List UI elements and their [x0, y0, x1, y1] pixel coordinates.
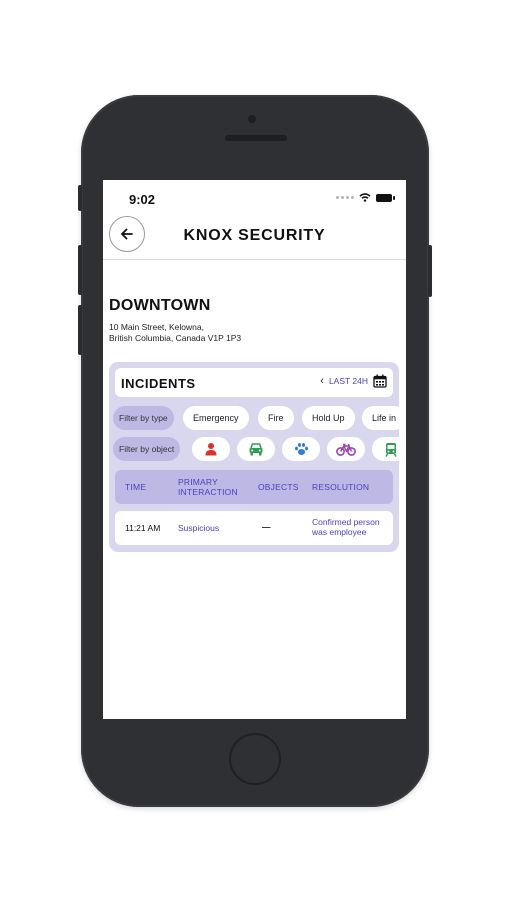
paw-icon [294, 443, 308, 455]
chip-animal[interactable] [282, 437, 320, 461]
col-objects: OBJECTS [258, 482, 299, 492]
col-time: TIME [125, 482, 147, 492]
location-name: DOWNTOWN [109, 297, 211, 314]
address-line-1: 10 Main Street, Kelowna, [109, 322, 204, 332]
range-label: LAST 24H [328, 376, 368, 386]
range-selector[interactable]: ‹ LAST 24H [320, 374, 387, 388]
filter-by-type-label[interactable]: Filter by type [113, 406, 174, 430]
chip-emergency[interactable]: Emergency [183, 406, 249, 430]
wifi-icon [359, 193, 371, 202]
cell-time: 11:21 AM [125, 523, 161, 533]
bus-icon [385, 442, 397, 457]
side-button-power [428, 245, 432, 297]
table-row[interactable]: 11:21 AM Suspicious — Confirmed person w… [115, 511, 393, 545]
side-button-mute [78, 185, 82, 211]
home-button[interactable] [229, 733, 281, 785]
chip-bicycle[interactable] [327, 437, 365, 461]
incidents-table-header: TIME PRIMARY INTERACTION OBJECTS RESOLUT… [115, 470, 393, 504]
side-button-volume-down [78, 305, 82, 355]
signal-icon [336, 196, 354, 199]
cell-resolution: Confirmed person was employee [312, 517, 380, 537]
filter-by-object-label[interactable]: Filter by object [113, 437, 181, 461]
col-primary-interaction: PRIMARY INTERACTION [178, 477, 238, 497]
cell-interaction: Suspicious [178, 523, 220, 533]
status-icons [336, 193, 395, 202]
chevron-left-icon[interactable]: ‹ [320, 375, 324, 387]
app-title: KNOX SECURITY [183, 227, 326, 244]
chip-fire[interactable]: Fire [258, 406, 294, 430]
calendar-icon[interactable] [373, 374, 387, 388]
incidents-title: INCIDENTS [121, 376, 196, 391]
battery-icon [376, 193, 395, 202]
object-filter-row: Filter by object [113, 437, 399, 461]
side-button-volume-up [78, 245, 82, 295]
chip-car[interactable] [237, 437, 275, 461]
header-divider [103, 259, 406, 260]
front-camera [248, 115, 256, 123]
chip-hold-up[interactable]: Hold Up [302, 406, 355, 430]
car-icon [249, 443, 263, 456]
col-resolution: RESOLUTION [312, 482, 370, 492]
location-address: 10 Main Street, Kelowna, British Columbi… [109, 322, 241, 344]
incidents-panel: INCIDENTS ‹ LAST 24H Filter by type Emer… [109, 362, 399, 552]
status-time: 9:02 [129, 192, 156, 207]
chip-bus[interactable] [372, 437, 399, 461]
person-icon [205, 443, 217, 456]
bicycle-icon [336, 443, 356, 456]
incidents-header: INCIDENTS ‹ LAST 24H [115, 368, 393, 397]
chip-life[interactable]: Life in [362, 406, 399, 430]
phone-screen: 9:02 KNOX SECURITY DOWNTOWN 10 Main Stre… [103, 180, 406, 719]
cell-objects: — [262, 522, 271, 532]
earpiece-speaker [225, 135, 287, 141]
chip-person[interactable] [192, 437, 230, 461]
address-line-2: British Columbia, Canada V1P 1P3 [109, 333, 242, 343]
type-filter-row: Filter by type Emergency Fire Hold Up Li… [113, 406, 399, 430]
